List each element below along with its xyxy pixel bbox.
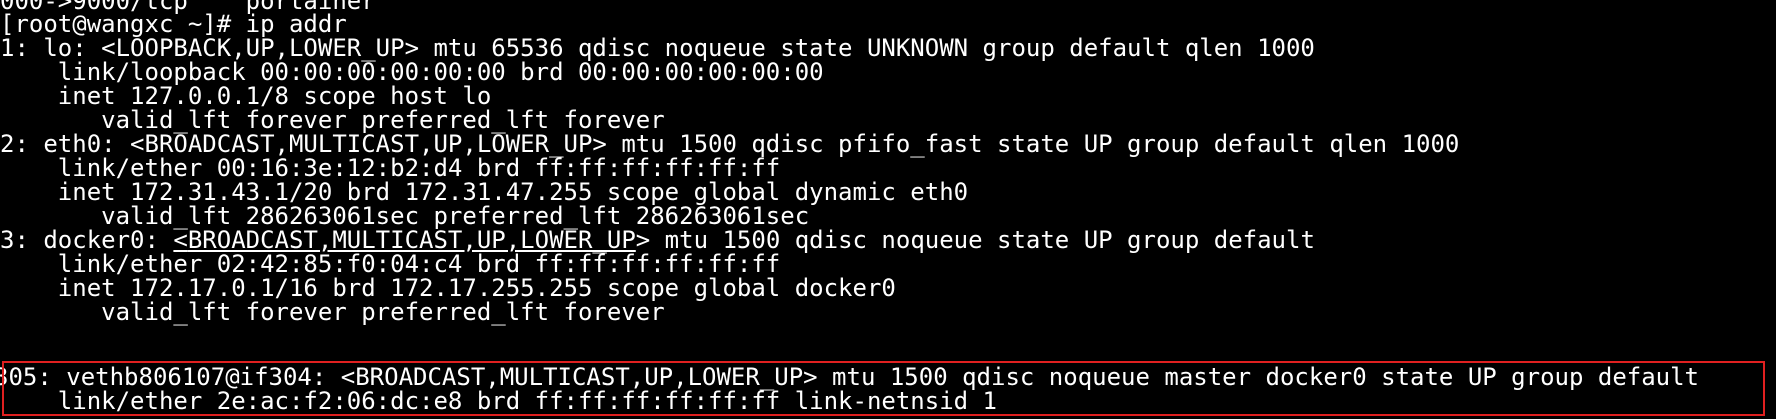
terminal-window[interactable]: 000->9000/tcp portainer [root@wangxc ~]#…: [0, 0, 1776, 419]
terminal-line-docker0-valid: valid_lft forever preferred_lft forever: [0, 298, 665, 326]
veth-highlight-box: [2, 361, 1765, 416]
